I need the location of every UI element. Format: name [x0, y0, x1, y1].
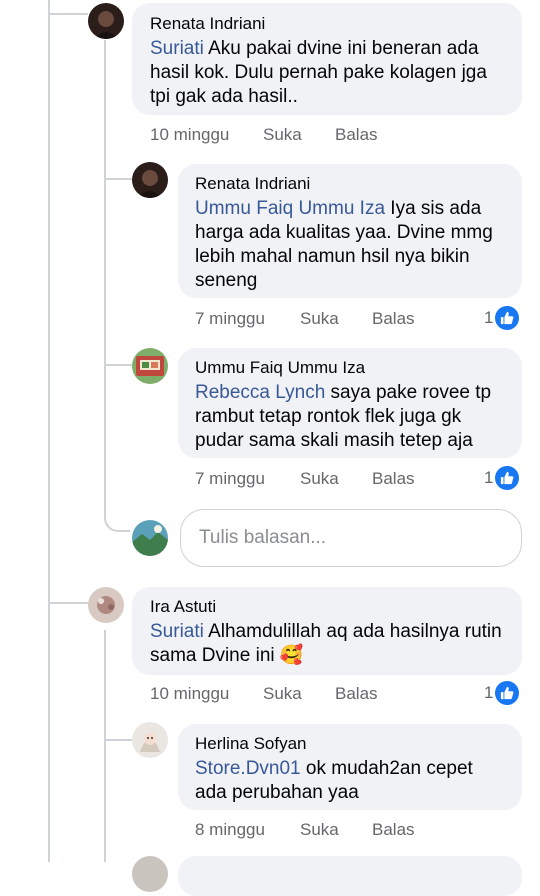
- mention-link[interactable]: Suriati: [150, 621, 204, 642]
- comment-author[interactable]: Renata Indriani: [195, 174, 310, 194]
- thread-connector: [48, 13, 88, 15]
- avatar[interactable]: [88, 3, 124, 39]
- reaction-count-value: 1: [484, 468, 494, 487]
- comment-time[interactable]: 8 minggu: [195, 820, 265, 840]
- thumbs-up-icon: [495, 466, 520, 490]
- reply-button[interactable]: Balas: [335, 125, 378, 145]
- reply-button[interactable]: Balas: [372, 820, 415, 840]
- thumbs-up-icon: [495, 681, 520, 705]
- reaction-count[interactable]: 1: [484, 306, 520, 330]
- comment-text: Suriati Alhamdulillah aq ada hasilnya ru…: [150, 621, 502, 666]
- reply-button[interactable]: Balas: [335, 684, 378, 704]
- comment-text: Ummu Faiq Ummu Iza Iya sis ada harga ada…: [195, 198, 493, 291]
- avatar[interactable]: [132, 520, 168, 556]
- like-button[interactable]: Suka: [300, 309, 339, 329]
- reply-input[interactable]: Tulis balasan...: [180, 509, 522, 567]
- mention-link[interactable]: Suriati: [150, 38, 204, 59]
- comment-author[interactable]: Herlina Sofyan: [195, 734, 307, 754]
- comment-bubble: [178, 856, 522, 896]
- mention-link[interactable]: Rebecca Lynch: [195, 382, 325, 403]
- avatar[interactable]: [132, 162, 168, 198]
- reaction-count[interactable]: 1: [484, 681, 520, 705]
- like-button[interactable]: Suka: [300, 469, 339, 489]
- like-button[interactable]: Suka: [263, 125, 302, 145]
- comment-text: Store.Dvn01 ok mudah2an cepet ada peruba…: [195, 758, 473, 803]
- reply-connector: [104, 364, 132, 366]
- reaction-count[interactable]: 1: [484, 466, 520, 490]
- reply-button[interactable]: Balas: [372, 309, 415, 329]
- comment-author[interactable]: Renata Indriani: [150, 14, 265, 34]
- reply-thread-line: [104, 40, 106, 518]
- avatar[interactable]: [132, 856, 168, 892]
- reaction-count-value: 1: [484, 683, 494, 702]
- like-button[interactable]: Suka: [263, 684, 302, 704]
- mention-link[interactable]: Store.Dvn01: [195, 758, 301, 779]
- comment-text: Rebecca Lynch saya pake rovee tp rambut …: [195, 382, 492, 451]
- avatar[interactable]: [132, 722, 168, 758]
- reply-button[interactable]: Balas: [372, 469, 415, 489]
- comment-time[interactable]: 10 minggu: [150, 684, 229, 704]
- reply-thread-line: [104, 630, 106, 862]
- thread-connector: [48, 602, 88, 604]
- thumbs-up-icon: [495, 306, 520, 330]
- reply-connector-curve: [104, 508, 130, 532]
- comment-time[interactable]: 10 minggu: [150, 125, 229, 145]
- avatar[interactable]: [132, 348, 168, 384]
- reply-connector: [104, 739, 132, 741]
- comment-author[interactable]: Ira Astuti: [150, 597, 216, 617]
- reaction-count-value: 1: [484, 308, 494, 327]
- mention-link[interactable]: Ummu Faiq Ummu Iza: [195, 198, 385, 219]
- comment-time[interactable]: 7 minggu: [195, 309, 265, 329]
- avatar[interactable]: [88, 587, 124, 623]
- comment-text: Suriati Aku pakai dvine ini beneran ada …: [150, 38, 487, 107]
- reply-input-placeholder: Tulis balasan...: [199, 527, 327, 548]
- reply-connector: [104, 178, 132, 180]
- thread-line: [48, 0, 50, 862]
- comment-time[interactable]: 7 minggu: [195, 469, 265, 489]
- comment-author[interactable]: Ummu Faiq Ummu Iza: [195, 358, 365, 378]
- like-button[interactable]: Suka: [300, 820, 339, 840]
